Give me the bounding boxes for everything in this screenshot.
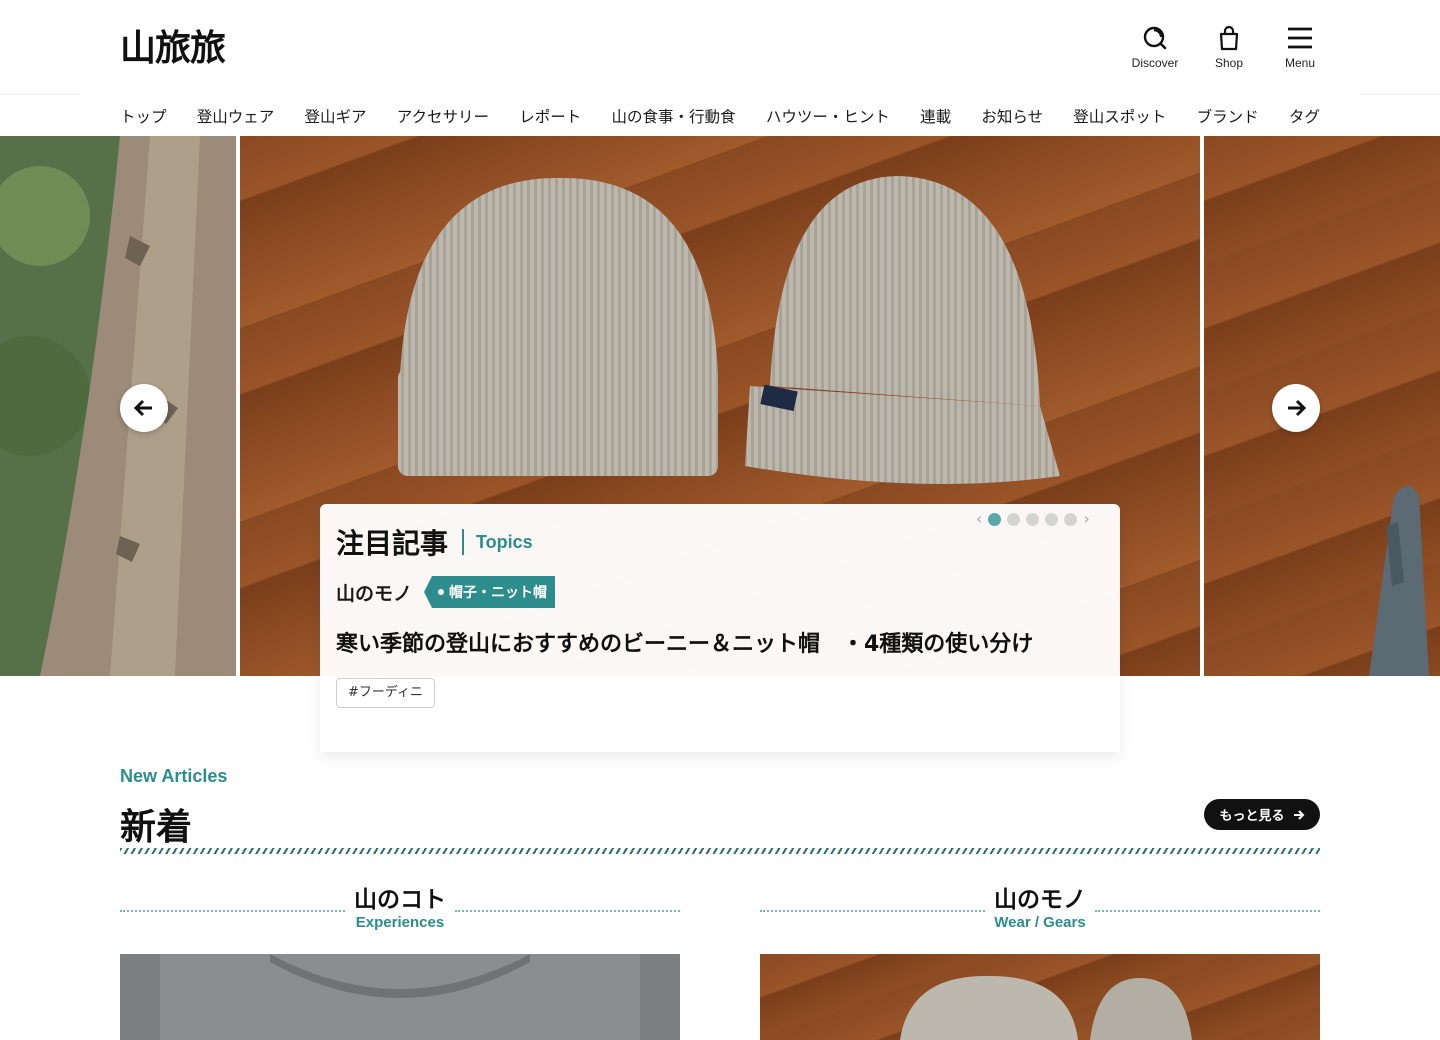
nav-item-tags[interactable]: タグ (1289, 104, 1320, 132)
discover-button[interactable]: Discover (1123, 24, 1187, 76)
column-heading-experiences: 山のコト Experiences (120, 880, 680, 940)
pagination-prev-chevron-icon[interactable]: ‹ (976, 511, 982, 527)
tag-bullet-icon (438, 589, 445, 595)
arrow-right-icon (1293, 809, 1304, 820)
topics-heading: 注目記事 Topics (336, 522, 533, 562)
nav-item-howto[interactable]: ハウツー・ヒント (766, 104, 890, 132)
carousel-next-button[interactable] (1272, 384, 1320, 432)
nav-item-news[interactable]: お知らせ (981, 104, 1043, 132)
nav-item-gear[interactable]: 登山ギア (305, 104, 367, 132)
column-title-en: Experiences (355, 914, 445, 931)
slide-prev-image[interactable] (0, 136, 236, 676)
topics-hashtag[interactable]: #フーディニ (336, 678, 435, 708)
nav-item-spots[interactable]: 登山スポット (1073, 104, 1166, 132)
see-more-label: もっと見る (1219, 809, 1285, 824)
site-logo[interactable]: 山旅旅 (120, 28, 226, 68)
header-divider-right (1360, 94, 1440, 95)
discover-label: Discover (1131, 56, 1179, 70)
pagination-next-chevron-icon[interactable]: › (1083, 511, 1089, 527)
nav-item-top[interactable]: トップ (120, 104, 167, 132)
shop-label: Shop (1214, 56, 1244, 70)
discover-search-icon (1143, 26, 1167, 50)
carousel-prev-button[interactable] (120, 384, 168, 432)
pagination-dot-2[interactable] (1007, 512, 1021, 526)
global-nav: トップ 登山ウェア 登山ギア アクセサリー レポート 山の食事・行動食 ハウツー… (120, 104, 1320, 132)
topics-heading-en: Topics (476, 531, 533, 552)
column-title-ja: 山のコト (354, 887, 446, 913)
slide-next-image[interactable] (1204, 136, 1440, 676)
header-divider-left (0, 94, 80, 95)
pagination-dot-1[interactable] (988, 512, 1002, 526)
glove-photo (1369, 486, 1429, 676)
arrow-right-icon (1288, 399, 1307, 417)
new-articles-heading-en: New Articles (120, 766, 228, 786)
topics-article-title[interactable]: 寒い季節の登山におすすめのビーニー＆ニット帽 ・4種類の使い分け (336, 626, 1033, 658)
topics-category-tag[interactable]: 帽子・ニット帽 (424, 576, 556, 608)
pagination-dot-3[interactable] (1026, 512, 1040, 526)
nav-item-food[interactable]: 山の食事・行動食 (612, 104, 736, 132)
nav-item-series[interactable]: 連載 (920, 104, 951, 132)
column-title-en: Wear / Gears (994, 914, 1086, 931)
topics-category-tag-label: 帽子・ニット帽 (449, 585, 548, 601)
nav-item-reports[interactable]: レポート (519, 104, 581, 132)
nav-item-brands[interactable]: ブランド (1197, 104, 1259, 132)
shop-button[interactable]: Shop (1197, 24, 1261, 76)
topics-heading-ja: 注目記事 (336, 527, 449, 560)
carousel-pagination: ‹ › (976, 511, 1090, 527)
pagination-dot-4[interactable] (1045, 512, 1059, 526)
hamburger-menu-icon (1288, 27, 1312, 49)
base-layer-shirt-photo (120, 954, 680, 1040)
topics-category-row: 山のモノ 帽子・ニット帽 (336, 576, 556, 608)
menu-label: Menu (1284, 56, 1316, 70)
pagination-dot-5[interactable] (1064, 512, 1078, 526)
section-hatch-divider (120, 848, 1320, 854)
menu-button[interactable]: Menu (1268, 24, 1332, 76)
beanies-thumbnail-photo (900, 975, 1192, 1040)
site-header: 山旅旅 Discover Shop Menu (0, 0, 1440, 96)
arrow-left-icon (133, 399, 152, 417)
see-more-button[interactable]: もっと見る (1204, 799, 1320, 830)
new-articles-heading-ja: 新着 (120, 807, 193, 848)
topics-card: 注目記事 Topics ‹ › 山のモノ 帽子・ニット帽 寒い季節の登山におすす… (320, 504, 1120, 752)
nav-item-wear[interactable]: 登山ウェア (197, 104, 275, 132)
tree-trunk-photo (0, 136, 236, 676)
article-thumbnail-experiences[interactable] (120, 954, 680, 1040)
shopping-bag-icon (1219, 25, 1239, 51)
topics-heading-divider (462, 529, 465, 555)
column-title-ja: 山のモノ (994, 887, 1086, 913)
topics-category-name[interactable]: 山のモノ (336, 579, 412, 606)
article-thumbnail-wear-gears[interactable] (760, 954, 1320, 1040)
column-heading-wear-gears: 山のモノ Wear / Gears (760, 880, 1320, 940)
nav-item-accessories[interactable]: アクセサリー (397, 104, 489, 132)
